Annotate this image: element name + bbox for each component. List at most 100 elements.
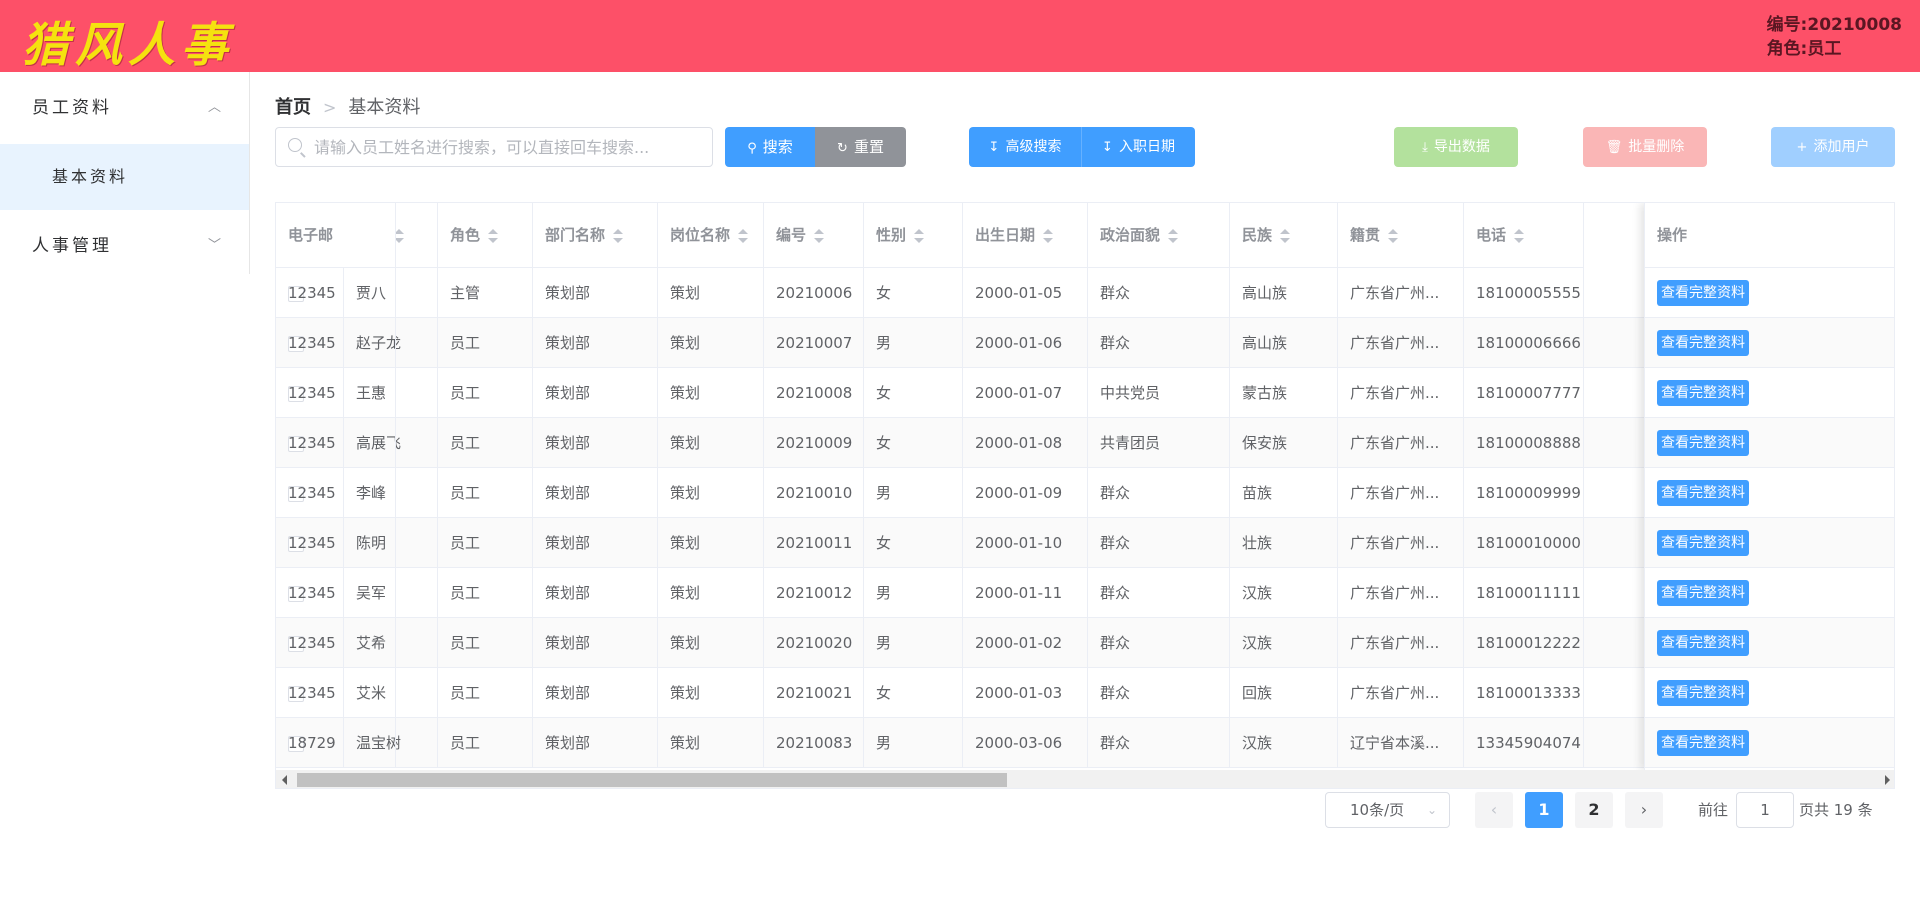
add-user-button[interactable]: + 添加用户 <box>1771 127 1895 167</box>
cell-birth-date: 2000-01-08 <box>963 418 1088 468</box>
advanced-search-button[interactable]: ↧ 高级搜索 <box>969 127 1082 167</box>
column-header-label: 籍贯 <box>1350 226 1381 244</box>
sort-caret-icon[interactable] <box>1168 228 1179 243</box>
cell-department: 策划部 <box>533 718 658 768</box>
column-header-role[interactable]: 角色 <box>438 203 533 268</box>
column-header-employee-id[interactable]: 编号 <box>764 203 864 268</box>
cell-political-status: 群众 <box>1088 268 1230 318</box>
cell-role: 员工 <box>438 368 533 418</box>
column-header-phone[interactable]: 电话 <box>1464 203 1584 268</box>
view-full-profile-button[interactable]: 查看完整资料 <box>1657 280 1749 306</box>
cell-native-place: 广东省广州... <box>1338 268 1464 318</box>
app-header: 猎风人事 编号:20210008 角色:员工 <box>0 0 1920 73</box>
search-input[interactable] <box>314 128 704 166</box>
cell-birth-date: 2000-03-06 <box>963 718 1088 768</box>
cell-role: 员工 <box>438 468 533 518</box>
scroll-right-icon[interactable] <box>1885 775 1890 785</box>
page-size-value: 10条/页 <box>1350 801 1405 819</box>
sidebar-item-basic-info[interactable]: 基本资料 <box>0 144 249 210</box>
sort-caret-icon[interactable] <box>1043 228 1054 243</box>
view-full-profile-button[interactable]: 查看完整资料 <box>1657 680 1749 706</box>
column-header-birth-date[interactable]: 出生日期 <box>963 203 1088 268</box>
next-page-button[interactable]: › <box>1625 792 1663 828</box>
column-header-gender[interactable]: 性别 <box>864 203 963 268</box>
column-header-label: 性别 <box>876 226 907 244</box>
cell-ethnicity: 蒙古族 <box>1230 368 1338 418</box>
view-full-profile-button[interactable]: 查看完整资料 <box>1657 530 1749 556</box>
cell-department: 策划部 <box>533 518 658 568</box>
view-full-profile-button[interactable]: 查看完整资料 <box>1657 630 1749 656</box>
double-chevron-down-icon: ↧ <box>1102 140 1113 155</box>
cell-employee-id: 20210011 <box>764 518 864 568</box>
view-full-profile-button[interactable]: 查看完整资料 <box>1657 380 1749 406</box>
action-column-header: 操作 <box>1645 203 1894 268</box>
sort-caret-icon[interactable] <box>814 228 825 243</box>
column-header-position[interactable]: 岗位名称 <box>658 203 764 268</box>
sort-caret-icon[interactable] <box>1514 228 1525 243</box>
scrollbar-thumb[interactable] <box>297 773 1007 787</box>
search-icon <box>288 138 302 152</box>
cell-email: 12345 <box>276 418 396 468</box>
column-header-ethnicity[interactable]: 民族 <box>1230 203 1338 268</box>
chevron-left-icon: ‹ <box>1490 800 1498 819</box>
reset-button[interactable]: ↻ 重置 <box>815 127 906 167</box>
batch-delete-button[interactable]: 🗑 批量删除 <box>1583 127 1707 167</box>
breadcrumb: 首页 > 基本资料 <box>275 93 420 119</box>
cell-department: 策划部 <box>533 618 658 668</box>
goto-page-input[interactable]: 1 <box>1736 792 1794 828</box>
prev-page-button[interactable]: ‹ <box>1475 792 1513 828</box>
action-cell: 查看完整资料 <box>1645 618 1894 668</box>
column-header-political-status[interactable]: 政治面貌 <box>1088 203 1230 268</box>
cell-gender: 女 <box>864 268 963 318</box>
cell-role: 员工 <box>438 618 533 668</box>
cell-position: 策划 <box>658 468 764 518</box>
column-header-native-place[interactable]: 籍贯 <box>1338 203 1464 268</box>
view-full-profile-button[interactable]: 查看完整资料 <box>1657 580 1749 606</box>
cell-employee-id: 20210012 <box>764 568 864 618</box>
cell-employee-id: 20210006 <box>764 268 864 318</box>
sidebar-group-employee-info[interactable]: 员工资料 ︿ <box>0 72 249 144</box>
view-full-profile-button[interactable]: 查看完整资料 <box>1657 430 1749 456</box>
view-full-profile-button[interactable]: 查看完整资料 <box>1657 730 1749 756</box>
page-button-2[interactable]: 2 <box>1575 792 1613 828</box>
view-full-profile-button[interactable]: 查看完整资料 <box>1657 480 1749 506</box>
page-button-1[interactable]: 1 <box>1525 792 1563 828</box>
chevron-right-icon: › <box>1640 800 1648 819</box>
sort-caret-icon[interactable] <box>488 228 499 243</box>
action-cell: 查看完整资料 <box>1645 318 1894 368</box>
column-header-email[interactable]: 电子邮 <box>276 203 396 268</box>
cell-political-status: 中共党员 <box>1088 368 1230 418</box>
cell-native-place: 广东省广州... <box>1338 418 1464 468</box>
cell-native-place: 辽宁省本溪... <box>1338 718 1464 768</box>
view-full-profile-button[interactable]: 查看完整资料 <box>1657 330 1749 356</box>
column-header-department[interactable]: 部门名称 <box>533 203 658 268</box>
cell-position: 策划 <box>658 668 764 718</box>
sort-caret-icon[interactable] <box>738 228 749 243</box>
export-data-button[interactable]: ⤓ 导出数据 <box>1394 127 1518 167</box>
page-size-select[interactable]: 10条/页 ⌄ <box>1325 792 1450 828</box>
cell-political-status: 群众 <box>1088 668 1230 718</box>
sidebar-group-hr-management[interactable]: 人事管理 ﹀ <box>0 210 249 282</box>
horizontal-scrollbar[interactable] <box>276 770 1894 788</box>
search-button[interactable]: ⚲ 搜索 <box>725 127 815 167</box>
sort-caret-icon[interactable] <box>613 228 624 243</box>
cell-political-status: 群众 <box>1088 718 1230 768</box>
sort-caret-icon[interactable] <box>1280 228 1291 243</box>
cell-position: 策划 <box>658 618 764 668</box>
cell-email: 18729 <box>276 718 396 768</box>
cell-political-status: 共青团员 <box>1088 418 1230 468</box>
app-logo: 猎风人事 <box>22 18 234 73</box>
cell-position: 策划 <box>658 318 764 368</box>
breadcrumb-home[interactable]: 首页 <box>275 97 311 118</box>
entry-date-button[interactable]: ↧ 入职日期 <box>1082 127 1195 167</box>
batch-delete-label: 批量删除 <box>1628 139 1685 155</box>
cell-gender: 女 <box>864 668 963 718</box>
cell-email: 12345 <box>276 568 396 618</box>
trash-icon: 🗑 <box>1605 140 1623 155</box>
cell-email: 12345 <box>276 468 396 518</box>
sort-caret-icon[interactable] <box>1388 228 1399 243</box>
scroll-left-icon[interactable] <box>282 775 287 785</box>
download-icon: ⤓ <box>1422 140 1428 155</box>
cell-email: 12345 <box>276 368 396 418</box>
sort-caret-icon[interactable] <box>914 228 925 243</box>
